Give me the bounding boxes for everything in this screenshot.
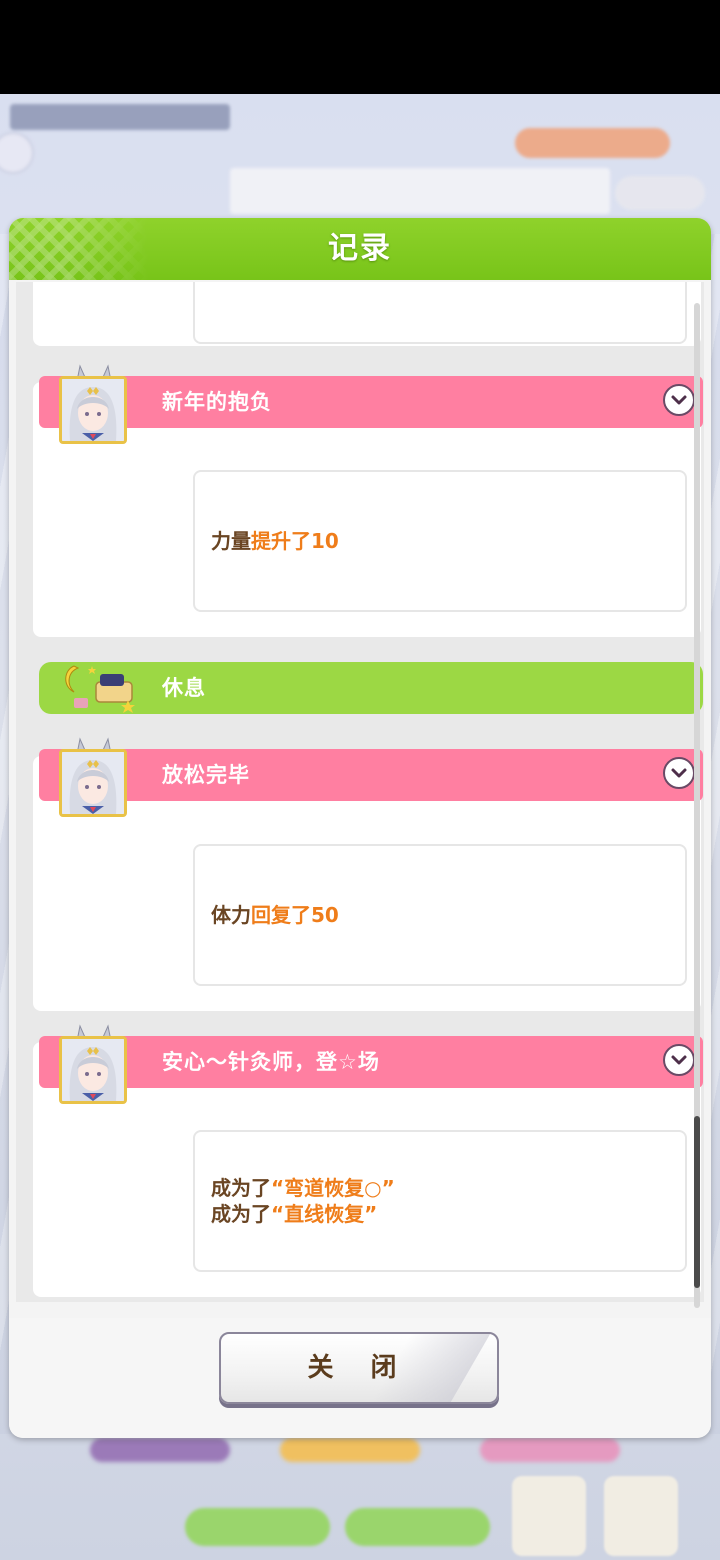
bg-menu-box-1 (512, 1476, 586, 1556)
bg-panel (230, 168, 610, 214)
log-dialog: 记录 力量提升了10 新年的抱负 休息 体力回复了50 放松完毕 成为了“弯道恢… (9, 218, 711, 1438)
log-content-box (193, 282, 687, 344)
log-line: 力量提升了10 (211, 528, 685, 554)
log-card-partial (33, 282, 701, 346)
log-line-prefix: 力量 (211, 529, 251, 553)
log-line-highlight: 回复了50 (251, 903, 339, 927)
character-portrait (59, 749, 127, 817)
dialog-header: 记录 (9, 218, 711, 280)
chevron-down-icon[interactable] (663, 757, 695, 789)
bg-pink-button (480, 1438, 620, 1462)
log-content-box: 成为了“弯道恢复○” 成为了“直线恢复” (193, 1130, 687, 1272)
close-button-label: 关 闭 (307, 1353, 411, 1383)
log-content-box: 力量提升了10 (193, 470, 687, 612)
bg-menu-box-2 (604, 1476, 678, 1556)
bg-green-button-2 (345, 1508, 490, 1546)
rest-title: 休息 (162, 676, 206, 700)
background-top-bar (0, 94, 720, 224)
log-line: 体力回复了50 (211, 902, 685, 928)
scrollbar-thumb[interactable] (694, 1116, 700, 1288)
bg-circle (0, 132, 34, 174)
log-line-prefix: 成为了 (211, 1176, 271, 1200)
character-portrait (59, 1036, 127, 1104)
chevron-down-icon[interactable] (663, 1044, 695, 1076)
log-line-prefix: 成为了 (211, 1202, 271, 1226)
event-header[interactable]: 放松完毕 (39, 749, 703, 801)
dialog-title: 记录 (328, 231, 392, 266)
rest-bed-icon (65, 665, 135, 713)
event-title: 放松完毕 (162, 763, 250, 787)
bg-tag (515, 128, 670, 158)
bg-pill (615, 176, 705, 210)
event-header[interactable]: 安心～针灸师，登☆场 (39, 1036, 703, 1088)
event-header[interactable]: 新年的抱负 (39, 376, 703, 428)
log-line-highlight: “直线恢复” (271, 1202, 378, 1226)
status-bar (0, 0, 720, 94)
rest-header: 休息 (39, 662, 703, 714)
chevron-down-icon[interactable] (663, 384, 695, 416)
event-title: 新年的抱负 (162, 390, 272, 414)
bg-green-button-1 (185, 1508, 330, 1546)
log-line-highlight: “弯道恢复○” (271, 1176, 395, 1200)
bg-purple-button (90, 1438, 230, 1462)
log-line: 成为了“直线恢复” (211, 1201, 685, 1227)
log-line: 成为了“弯道恢复○” (211, 1175, 685, 1201)
log-list[interactable]: 力量提升了10 新年的抱负 休息 体力回复了50 放松完毕 成为了“弯道恢复○”… (16, 282, 704, 1302)
bg-yellow-button (280, 1438, 420, 1462)
log-line-prefix: 体力 (211, 903, 251, 927)
log-line-highlight: 提升了10 (251, 529, 339, 553)
event-title: 安心～针灸师，登☆场 (162, 1050, 380, 1074)
bg-name-plate (10, 104, 230, 130)
log-content-box: 体力回复了50 (193, 844, 687, 986)
close-button[interactable]: 关 闭 (219, 1332, 499, 1404)
character-portrait (59, 376, 127, 444)
